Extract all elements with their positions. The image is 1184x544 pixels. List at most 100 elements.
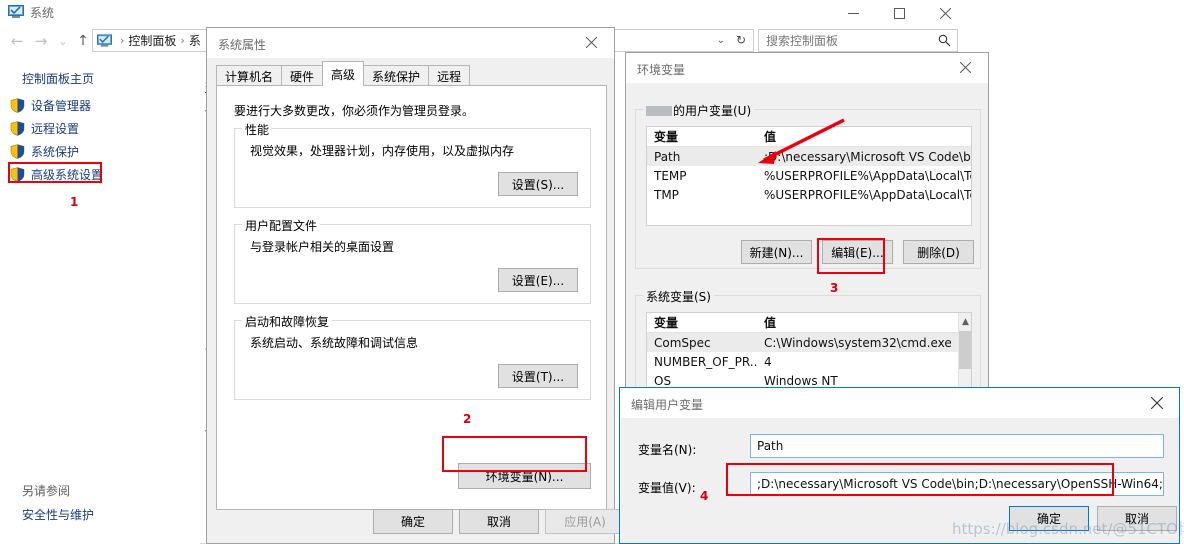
see-also-link-security-maintenance[interactable]: 安全性与维护 [22, 506, 94, 523]
variable-value: 4 [764, 354, 772, 369]
forward-icon[interactable]: → [30, 31, 52, 51]
delete-user-variable-button[interactable]: 删除(D) [903, 240, 974, 264]
close-icon[interactable] [943, 53, 988, 82]
user-profiles-group-legend: 用户配置文件 [242, 217, 321, 234]
variable-value: ;D:\necessary\Microsoft VS Code\bin;D:..… [764, 149, 971, 164]
search-input[interactable]: 搜索控制面板 [766, 32, 838, 49]
variable-value: %USERPROFILE%\AppData\Local\Temp [764, 168, 971, 183]
sidebar-item-label: 设备管理器 [31, 98, 92, 113]
sidebar-item-device-manager[interactable]: 设备管理器 [10, 96, 91, 114]
watermark: https://blog.csdn.net/@51CTO博客 [952, 520, 1184, 538]
variable-name-label: 变量名(N): [638, 441, 696, 458]
variable-value: C:\Windows\system32\cmd.exe [764, 335, 952, 350]
variable-name: ComSpec [654, 335, 711, 350]
performance-settings-button[interactable]: 设置(S)... [498, 172, 578, 196]
see-also-heading: 另请参阅 [22, 484, 71, 498]
system-properties-apply-button: 应用(A) [545, 509, 625, 534]
breadcrumb-item-control-panel[interactable]: 控制面板 [128, 32, 176, 49]
highlight-environment-variables-button [442, 436, 587, 472]
breadcrumb-item-system[interactable]: 系 [189, 32, 201, 49]
control-panel-sidebar: 控制面板主页 设备管理器 远程设置 系统保护 高级系统设置 另请参阅 安全性与维… [0, 57, 200, 544]
performance-description: 视觉效果，处理器计划，内存使用，以及虚拟内存 [250, 144, 515, 158]
annotation-number-2: 2 [463, 412, 472, 426]
environment-variables-dialog: 环境变量 的用户变量(U) 变量 值 Path ;D:\necessary\Mi… [625, 52, 989, 405]
annotation-number-1: 1 [70, 195, 79, 209]
variable-name: TMP [654, 187, 679, 202]
recent-locations-icon[interactable]: ⌄ [52, 31, 74, 51]
variable-value-label: 变量值(V): [638, 479, 696, 496]
tab-hardware[interactable]: 硬件 [281, 65, 324, 86]
close-icon[interactable] [922, 0, 968, 26]
window-controls [830, 0, 968, 26]
variable-name-value: Path [757, 439, 784, 453]
edit-user-variable-titlebar: 编辑用户变量 [620, 388, 1179, 418]
explorer-title: 系统 [30, 6, 55, 20]
shield-icon [10, 120, 25, 136]
column-header-value: 值 [764, 316, 777, 330]
explorer-titlebar: 系统 [0, 0, 968, 26]
annotation-number-4: 4 [700, 489, 709, 503]
sidebar-item-home[interactable]: 控制面板主页 [22, 70, 94, 87]
column-header-variable: 变量 [654, 316, 679, 330]
startup-recovery-settings-button[interactable]: 设置(T)... [498, 364, 578, 388]
shield-icon [10, 97, 25, 113]
dialog-title: 编辑用户变量 [631, 398, 704, 412]
system-variables-header: 变量 值 [647, 313, 971, 333]
sidebar-item-remote-settings[interactable]: 远程设置 [10, 119, 79, 137]
redacted-username [646, 106, 672, 116]
system-properties-ok-button[interactable]: 确定 [373, 509, 453, 534]
startup-recovery-description: 系统启动、系统故障和调试信息 [250, 336, 419, 350]
sidebar-item-system-protection[interactable]: 系统保护 [10, 142, 79, 160]
refresh-icon[interactable]: ↻ [736, 33, 746, 47]
tab-remote[interactable]: 远程 [428, 65, 471, 86]
advanced-lead-text: 要进行大多数更改，你必须作为管理员登录。 [234, 104, 475, 118]
column-header-value: 值 [764, 130, 777, 144]
variable-name-input[interactable]: Path [750, 434, 1164, 458]
breadcrumb-separator: › [120, 34, 125, 47]
user-variables-legend-text: 的用户变量(U) [673, 104, 752, 118]
back-icon[interactable]: ← [6, 31, 28, 51]
user-variables-list[interactable]: 变量 值 Path ;D:\necessary\Microsoft VS Cod… [646, 126, 972, 226]
system-properties-titlebar: 系统属性 [207, 28, 614, 58]
search-box[interactable]: 搜索控制面板 [758, 29, 958, 52]
maximize-icon[interactable] [876, 0, 922, 26]
table-row[interactable]: TEMP %USERPROFILE%\AppData\Local\Temp [647, 166, 971, 185]
shield-icon [10, 143, 25, 159]
up-icon[interactable]: ↑ [72, 31, 94, 51]
close-icon[interactable] [569, 28, 614, 57]
variable-name: NUMBER_OF_PR... [654, 354, 757, 369]
performance-group: 性能 视觉效果，处理器计划，内存使用，以及虚拟内存 设置(S)... [234, 121, 591, 208]
table-row[interactable]: NUMBER_OF_PR... 4 [647, 352, 971, 371]
search-icon[interactable] [938, 34, 951, 50]
performance-group-legend: 性能 [242, 121, 273, 138]
system-properties-tabs: 计算机名 硬件 高级 系统保护 远程 [216, 61, 471, 86]
table-row[interactable]: Path ;D:\necessary\Microsoft VS Code\bin… [647, 147, 971, 166]
startup-recovery-group-legend: 启动和故障恢复 [242, 313, 333, 330]
tab-system-protection[interactable]: 系统保护 [363, 65, 430, 86]
variable-value: %USERPROFILE%\AppData\Local\Temp [764, 187, 971, 202]
annotation-number-3: 3 [830, 281, 839, 295]
screen: 系统 ← → ⌄ ↑ › 控制面板 › 系 ⌄ ↻ 搜索控制面板 控制面板主页 … [0, 0, 1184, 544]
variable-name: TEMP [654, 168, 687, 183]
highlight-advanced-system-settings [8, 162, 102, 183]
tab-advanced[interactable]: 高级 [322, 61, 365, 86]
close-icon[interactable] [1134, 388, 1179, 417]
variable-value: Windows NT [764, 373, 838, 388]
scrollbar-thumb[interactable] [959, 331, 971, 369]
highlight-variable-value-input [726, 463, 1114, 496]
environment-variables-titlebar: 环境变量 [626, 53, 988, 83]
startup-recovery-group: 启动和故障恢复 系统启动、系统故障和调试信息 设置(T)... [234, 313, 591, 400]
chevron-up-icon[interactable]: ▲ [959, 313, 971, 330]
user-profiles-settings-button[interactable]: 设置(E)... [498, 268, 578, 292]
system-variables-scrollbar[interactable]: ▲ [958, 313, 971, 396]
system-variables-list[interactable]: 变量 值 ComSpec C:\Windows\system32\cmd.exe… [646, 312, 972, 397]
system-properties-cancel-button[interactable]: 取消 [459, 509, 539, 534]
table-row[interactable]: ComSpec C:\Windows\system32\cmd.exe [647, 333, 971, 352]
chevron-down-icon[interactable]: ⌄ [717, 35, 725, 46]
minimize-icon[interactable] [830, 0, 876, 26]
table-row[interactable]: TMP %USERPROFILE%\AppData\Local\Temp [647, 185, 971, 204]
tab-computer-name[interactable]: 计算机名 [216, 65, 283, 86]
variable-name: Path [654, 149, 681, 164]
new-user-variable-button[interactable]: 新建(N)... [741, 240, 812, 264]
column-header-variable: 变量 [654, 130, 679, 144]
